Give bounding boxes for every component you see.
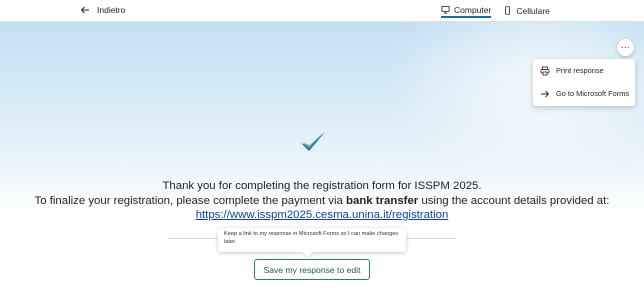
- menu-item-label: Print response: [556, 66, 604, 75]
- registration-link[interactable]: https://www.isspm2025.cesma.unina.it/reg…: [196, 209, 449, 221]
- save-tooltip: Keep a link to my response in Microsoft …: [218, 228, 406, 252]
- top-bar: Indietro Computer Cellulare: [0, 0, 644, 22]
- more-options-button[interactable]: ...: [617, 39, 634, 56]
- checkmark-icon: [301, 132, 325, 151]
- message-line-2-prefix: To finalize your registration, please co…: [34, 194, 347, 207]
- message-line-2: To finalize your registration, please co…: [0, 194, 644, 209]
- back-button[interactable]: Indietro: [80, 5, 125, 15]
- monitor-icon: [441, 5, 450, 14]
- view-tabs: Computer Cellulare: [441, 3, 550, 18]
- save-response-label: Save my response to edit: [263, 264, 361, 275]
- menu-item-label: Go to Microsoft Forms: [556, 89, 630, 98]
- tab-computer-label: Computer: [454, 4, 492, 15]
- confirmation-message: Thank you for completing the registratio…: [0, 179, 644, 223]
- response-page: ... Print response Go to Microsoft Forms…: [0, 22, 644, 288]
- tab-computer[interactable]: Computer: [441, 3, 492, 18]
- options-menu: Print response Go to Microsoft Forms: [533, 59, 635, 106]
- menu-item-go-to-forms[interactable]: Go to Microsoft Forms: [533, 82, 635, 105]
- menu-item-print-response[interactable]: Print response: [533, 59, 635, 82]
- back-label: Indietro: [97, 5, 126, 15]
- more-options-label: ...: [620, 40, 630, 50]
- arrow-left-icon: [80, 6, 89, 14]
- bank-transfer-text: bank transfer: [346, 194, 419, 207]
- message-line-1: Thank you for completing the registratio…: [162, 180, 482, 192]
- message-line-2-suffix: using the account details provided at:: [418, 194, 610, 207]
- save-response-button[interactable]: Save my response to edit: [254, 259, 370, 280]
- tab-cellulare[interactable]: Cellulare: [503, 3, 550, 18]
- phone-icon: [505, 6, 511, 15]
- printer-icon: [540, 66, 550, 75]
- arrow-right-icon: [541, 90, 550, 97]
- tab-cellulare-label: Cellulare: [516, 5, 550, 16]
